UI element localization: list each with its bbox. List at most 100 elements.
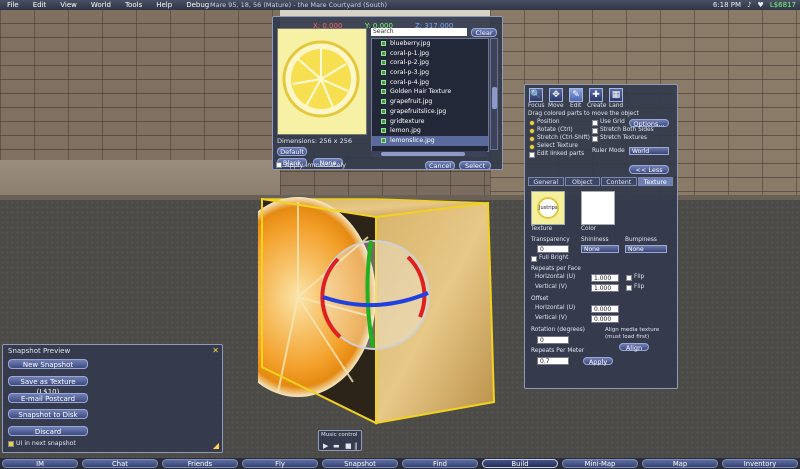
offset-h-spinner[interactable]: 0.000 bbox=[591, 305, 619, 313]
stretch-radio[interactable] bbox=[529, 136, 535, 142]
menu-file[interactable]: File bbox=[0, 1, 26, 9]
tab-object[interactable]: Object bbox=[564, 177, 600, 186]
discard-button[interactable]: Discard bbox=[8, 426, 88, 436]
textured-cube[interactable] bbox=[258, 197, 496, 425]
stop-icon[interactable]: ■ bbox=[345, 442, 352, 450]
rotate-radio[interactable] bbox=[529, 128, 535, 134]
file-list-item[interactable]: grapefruit.jpg bbox=[372, 97, 488, 107]
shininess-dropdown[interactable]: None bbox=[581, 245, 619, 253]
repeats-h-spinner[interactable]: 1.000 bbox=[591, 274, 619, 282]
color-swatch[interactable] bbox=[581, 191, 615, 225]
toolbar-minimap-button[interactable]: Mini-Map bbox=[562, 459, 638, 468]
file-list-item[interactable]: coral-p-2.jpg bbox=[372, 58, 488, 68]
clock-text: 6:18 PM bbox=[712, 1, 742, 9]
tab-content[interactable]: Content bbox=[601, 177, 637, 186]
edit-tool-icon[interactable]: ✎ bbox=[569, 88, 583, 102]
clear-button[interactable]: Clear bbox=[471, 28, 497, 37]
file-list-item[interactable]: gridtexture bbox=[372, 117, 488, 127]
search-input[interactable]: Search bbox=[371, 28, 467, 36]
hscrollbar-thumb[interactable] bbox=[381, 152, 465, 156]
file-list-item[interactable]: Golden Hair Texture bbox=[372, 87, 488, 97]
location-text[interactable]: Mare 95, 18, 56 (Mature) - the Mare Cour… bbox=[210, 0, 387, 10]
stretch-both-checkbox[interactable] bbox=[592, 128, 598, 134]
toolbar-im-button[interactable]: IM bbox=[2, 459, 78, 468]
snapshot-disk-button[interactable]: Snapshot to Disk bbox=[8, 409, 88, 419]
repeats-label: Repeats per Face bbox=[531, 266, 581, 272]
repeats-per-meter-spinner[interactable]: 0.7 bbox=[537, 357, 569, 365]
flip-h-checkbox[interactable] bbox=[626, 275, 632, 281]
toolbar-find-button[interactable]: Find bbox=[402, 459, 478, 468]
texture-file-list[interactable]: blueberry.jpg coral-p-1.jpg coral-p-2.jpg c… bbox=[371, 38, 489, 152]
file-list-scrollbar[interactable] bbox=[490, 38, 498, 150]
select-button[interactable]: Select bbox=[459, 161, 491, 170]
flip-v-checkbox[interactable] bbox=[626, 285, 632, 291]
menu-help[interactable]: Help bbox=[149, 1, 179, 9]
tab-texture[interactable]: Texture bbox=[637, 177, 673, 186]
toolbar-snapshot-button[interactable]: Snapshot bbox=[322, 459, 398, 468]
repeats-v-spinner[interactable]: 1.000 bbox=[591, 284, 619, 292]
repeats-h-label: Horizontal (U) bbox=[535, 274, 576, 280]
file-list-item[interactable]: coral-p-1.jpg bbox=[372, 49, 488, 59]
speaker-icon[interactable]: ♪ bbox=[747, 0, 751, 10]
align-button[interactable]: Align bbox=[619, 343, 649, 352]
options-button[interactable]: Options... bbox=[629, 119, 669, 128]
file-list-item[interactable]: lemonslice.jpg bbox=[372, 135, 488, 146]
new-snapshot-button[interactable]: New Snapshot bbox=[8, 359, 88, 369]
resize-corner-icon[interactable]: ◢ bbox=[213, 442, 219, 450]
file-list-item[interactable]: coral-p-4.jpg bbox=[372, 78, 488, 88]
stretch-both-label: Stretch Both Sides bbox=[600, 127, 654, 133]
land-tool-icon[interactable]: ▦ bbox=[609, 88, 623, 102]
save-texture-button[interactable]: Save as Texture (L$10) bbox=[8, 376, 88, 396]
drag-hint-text: Drag colored parts to move the object bbox=[528, 111, 639, 117]
apply-button[interactable]: Apply bbox=[583, 357, 613, 366]
volume-slider-icon[interactable]: ▬ bbox=[333, 442, 340, 450]
menu-edit[interactable]: Edit bbox=[26, 1, 54, 9]
file-list-hscrollbar[interactable] bbox=[371, 151, 487, 157]
snapshot-title: Snapshot Preview bbox=[8, 347, 71, 355]
offset-v-spinner[interactable]: 0.000 bbox=[591, 315, 619, 323]
play-icon[interactable]: ▶ bbox=[323, 442, 328, 450]
toolbar-chat-button[interactable]: Chat bbox=[82, 459, 158, 468]
email-postcard-button[interactable]: E-mail Postcard bbox=[8, 393, 88, 403]
tab-general[interactable]: General bbox=[528, 177, 564, 186]
texture-swatch[interactable]: Justrips bbox=[531, 191, 565, 225]
use-grid-checkbox[interactable] bbox=[592, 120, 598, 126]
default-button[interactable]: Default bbox=[277, 147, 307, 156]
menu-tools[interactable]: Tools bbox=[118, 1, 149, 9]
file-list-item[interactable]: grapefruitslice.jpg bbox=[372, 107, 488, 117]
stretch-textures-checkbox[interactable] bbox=[592, 136, 598, 142]
less-button[interactable]: << Less bbox=[629, 165, 669, 174]
toolbar-fly-button[interactable]: Fly bbox=[242, 459, 318, 468]
file-list-item[interactable]: lemon.jpg bbox=[372, 126, 488, 136]
select-texture-radio[interactable] bbox=[529, 144, 535, 150]
position-radio[interactable] bbox=[529, 120, 535, 126]
apply-immediately-checkbox[interactable] bbox=[276, 162, 282, 168]
health-icon: ♥ bbox=[757, 1, 764, 9]
move-tool-icon[interactable]: ✥ bbox=[549, 88, 563, 102]
menu-world[interactable]: World bbox=[84, 1, 118, 9]
rotation-spinner[interactable]: 0 bbox=[537, 336, 569, 344]
file-list-item[interactable]: blueberry.jpg bbox=[372, 39, 488, 49]
scrollbar-thumb[interactable] bbox=[492, 87, 497, 109]
edit-linked-checkbox[interactable] bbox=[529, 152, 535, 158]
cancel-button[interactable]: Cancel bbox=[425, 161, 455, 170]
toolbar-inventory-button[interactable]: Inventory bbox=[722, 459, 798, 468]
file-list-item[interactable]: coral-p-3.jpg bbox=[372, 68, 488, 78]
create-tool-icon[interactable]: ✚ bbox=[589, 88, 603, 102]
bottom-toolbar: IM Chat Friends Fly Snapshot Find Build … bbox=[0, 458, 800, 469]
toolbar-build-button[interactable]: Build bbox=[482, 459, 558, 468]
menu-view[interactable]: View bbox=[53, 1, 84, 9]
bumpiness-dropdown[interactable]: None bbox=[625, 245, 667, 253]
close-icon[interactable]: ✕ bbox=[212, 347, 219, 355]
color-label: Color bbox=[581, 226, 597, 232]
apply-immediately-label: Apply immediately bbox=[285, 161, 347, 169]
ruler-mode-dropdown[interactable]: World bbox=[629, 147, 669, 155]
focus-tool-icon[interactable]: 🔍 bbox=[529, 88, 543, 102]
toolbar-map-button[interactable]: Map bbox=[642, 459, 718, 468]
toolbar-friends-button[interactable]: Friends bbox=[162, 459, 238, 468]
transparency-spinner[interactable]: 0 bbox=[537, 245, 569, 253]
full-bright-checkbox[interactable] bbox=[531, 256, 537, 262]
pause-icon[interactable]: ‖ bbox=[354, 442, 358, 450]
balance-text[interactable]: L$6817 bbox=[770, 0, 796, 10]
ui-snapshot-checkbox[interactable] bbox=[8, 441, 14, 447]
